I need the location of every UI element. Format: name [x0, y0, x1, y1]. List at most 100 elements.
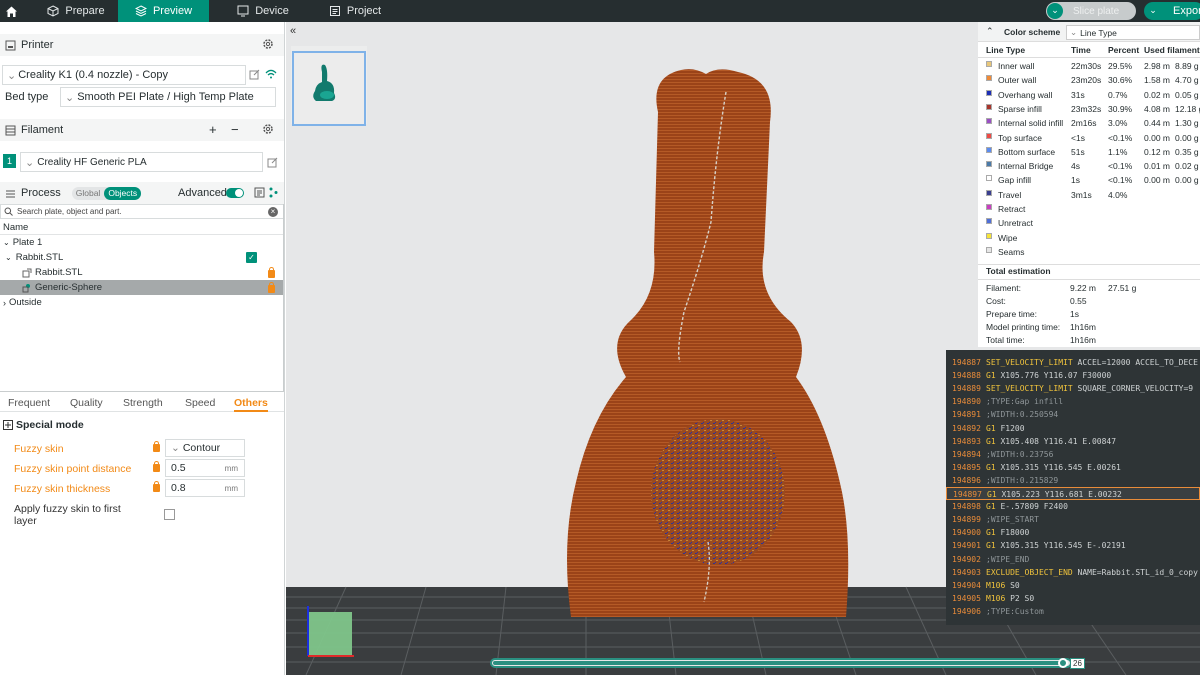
- point-distance-input[interactable]: 0.5 mm: [165, 459, 245, 477]
- chevron-up-icon[interactable]: ⌃: [986, 26, 994, 37]
- edit-icon[interactable]: [249, 69, 260, 80]
- gcode-line[interactable]: 194898 G1 E-.57809 F2400: [946, 500, 1200, 513]
- legend-grams: 4.70 g: [1175, 75, 1199, 86]
- gcode-line[interactable]: 194902 ;WIPE_END: [946, 553, 1200, 566]
- gcode-line[interactable]: 194906 ;TYPE:Custom: [946, 605, 1200, 618]
- legend-row[interactable]: Outer wall 23m20s 30.6% 1.58 m 4.70 g: [978, 73, 1200, 87]
- lock-icon[interactable]: [268, 282, 275, 293]
- fuzzy-skin-select[interactable]: ⌄ Contour: [165, 439, 245, 457]
- lock-icon[interactable]: [153, 441, 160, 452]
- legend-row[interactable]: Sparse infill 23m32s 30.9% 4.08 m 12.18 g: [978, 102, 1200, 116]
- export-button[interactable]: ⌄ Expor: [1144, 2, 1200, 20]
- fuzzy-skin-region: [651, 419, 785, 565]
- color-scheme-select[interactable]: ⌄ Line Type: [1066, 25, 1200, 40]
- legend-grams: 0.00 g: [1175, 132, 1199, 143]
- divider: [978, 57, 1200, 58]
- first-layer-checkbox[interactable]: [164, 509, 175, 520]
- gcode-line[interactable]: 194903 EXCLUDE_OBJECT_END NAME=Rabbit.STL…: [946, 566, 1200, 579]
- gcode-line[interactable]: 194905 M106 P2 S0: [946, 592, 1200, 605]
- layer-slider-handle[interactable]: [1058, 658, 1068, 668]
- tree-row-outside[interactable]: › Outside: [0, 295, 283, 310]
- gcode-line[interactable]: 194904 M106 S0: [946, 579, 1200, 592]
- gcode-line[interactable]: 194890 ;TYPE:Gap infill: [946, 395, 1200, 408]
- legend-length: 1.58 m: [1144, 75, 1170, 86]
- lock-icon[interactable]: [153, 481, 160, 492]
- gear-icon[interactable]: [262, 38, 274, 50]
- legend-row[interactable]: Inner wall 22m30s 29.5% 2.98 m 8.89 g: [978, 59, 1200, 73]
- tab-preview[interactable]: Preview: [118, 0, 209, 22]
- object-visible-checkbox[interactable]: ✓: [246, 252, 257, 263]
- global-objects-switch[interactable]: Global Objects: [71, 186, 142, 200]
- gcode-line[interactable]: 194887 SET_VELOCITY_LIMIT ACCEL=12000 ACC…: [946, 356, 1200, 369]
- gcode-line[interactable]: 194895 G1 X105.315 Y116.545 E.00261: [946, 461, 1200, 474]
- network-icon[interactable]: [268, 187, 278, 198]
- legend-row[interactable]: Internal Bridge 4s <0.1% 0.01 m 0.02 g: [978, 159, 1200, 173]
- advanced-toggle[interactable]: [226, 188, 244, 198]
- wifi-icon[interactable]: [265, 69, 277, 79]
- tab-quality[interactable]: Quality: [70, 397, 103, 409]
- gcode-line[interactable]: 194891 ;WIDTH:0.250594: [946, 408, 1200, 421]
- gcode-args: X105.315 Y116.545 E.00261: [995, 462, 1121, 472]
- gcode-args: ;WIDTH:0.23756: [986, 449, 1054, 459]
- tree-row-modifier-selected[interactable]: Generic-Sphere: [0, 280, 283, 295]
- filament-select[interactable]: ⌄ Creality HF Generic PLA: [20, 152, 263, 172]
- clear-search-icon[interactable]: ×: [268, 207, 278, 217]
- tab-strength[interactable]: Strength: [123, 397, 163, 409]
- thickness-input[interactable]: 0.8 mm: [165, 479, 245, 497]
- gcode-line[interactable]: 194892 G1 F1200: [946, 422, 1200, 435]
- bed-type-select[interactable]: ⌄ Smooth PEI Plate / High Temp Plate: [60, 87, 276, 107]
- legend-row[interactable]: Top surface <1s <0.1% 0.00 m 0.00 g: [978, 131, 1200, 145]
- gcode-line[interactable]: 194896 ;WIDTH:0.215829: [946, 474, 1200, 487]
- tab-others[interactable]: Others: [234, 397, 268, 412]
- printer-select[interactable]: ⌄ Creality K1 (0.4 nozzle) - Copy: [2, 65, 246, 85]
- gcode-command: M106: [986, 593, 1006, 603]
- objects-option[interactable]: Objects: [104, 186, 142, 200]
- unit-label: mm: [224, 483, 238, 493]
- layer-slider-track[interactable]: [490, 658, 1072, 668]
- legend-row[interactable]: Wipe: [978, 231, 1200, 245]
- slice-plate-button[interactable]: ⌄ Slice plate: [1046, 2, 1136, 20]
- legend-row[interactable]: Overhang wall 31s 0.7% 0.02 m 0.05 g: [978, 88, 1200, 102]
- gcode-line[interactable]: 194889 SET_VELOCITY_LIMIT SQUARE_CORNER_V…: [946, 382, 1200, 395]
- tab-project[interactable]: Project: [320, 0, 390, 22]
- remove-filament-icon[interactable]: −: [231, 122, 239, 137]
- tab-speed[interactable]: Speed: [185, 397, 215, 409]
- gcode-line-current[interactable]: 194897 G1 X105.223 Y116.681 E.00232: [946, 487, 1200, 500]
- object-search-input[interactable]: Search plate, object and part. ×: [0, 204, 284, 219]
- add-filament-icon[interactable]: +: [209, 122, 217, 137]
- lock-icon[interactable]: [153, 461, 160, 472]
- gcode-line[interactable]: 194899 ;WIPE_START: [946, 513, 1200, 526]
- total-label: Model printing time:: [986, 322, 1061, 332]
- legend-row[interactable]: Seams: [978, 245, 1200, 259]
- compare-icon[interactable]: [254, 187, 265, 198]
- tab-prepare[interactable]: Prepare: [34, 0, 118, 22]
- legend-row[interactable]: Gap infill 1s <0.1% 0.00 m 0.00 g: [978, 173, 1200, 187]
- tree-header: Name: [0, 220, 283, 235]
- legend-row[interactable]: Retract: [978, 202, 1200, 216]
- lock-icon[interactable]: [268, 267, 275, 278]
- tree-row-object[interactable]: ⌄ Rabbit.STL ✓: [0, 250, 283, 265]
- legend-row[interactable]: Unretract: [978, 216, 1200, 230]
- gcode-line[interactable]: 194894 ;WIDTH:0.23756: [946, 448, 1200, 461]
- gcode-line[interactable]: 194888 G1 X105.776 Y116.07 F30000: [946, 369, 1200, 382]
- tab-device[interactable]: Device: [228, 0, 298, 22]
- total-row: Prepare time: 1s: [978, 307, 1200, 321]
- gcode-line[interactable]: 194901 G1 X105.315 Y116.545 E-.02191: [946, 539, 1200, 552]
- gcode-line[interactable]: 194900 G1 F18000: [946, 526, 1200, 539]
- legend-grams: 8.89 g: [1175, 61, 1199, 71]
- chevron-down-icon: ⌄: [7, 69, 17, 82]
- bed-type-value: Smooth PEI Plate / High Temp Plate: [77, 91, 254, 103]
- legend-row[interactable]: Internal solid infill 2m16s 3.0% 0.44 m 1.30…: [978, 116, 1200, 130]
- gear-icon[interactable]: [262, 123, 274, 135]
- tree-row-plate[interactable]: ⌄ Plate 1: [0, 235, 283, 250]
- global-option[interactable]: Global: [72, 188, 105, 198]
- filament-slot-badge[interactable]: 1: [3, 154, 16, 168]
- tab-frequent[interactable]: Frequent: [8, 397, 50, 409]
- legend-row[interactable]: Travel 3m1s 4.0%: [978, 188, 1200, 202]
- edit-icon[interactable]: [267, 157, 278, 168]
- legend-row[interactable]: Bottom surface 51s 1.1% 0.12 m 0.35 g: [978, 145, 1200, 159]
- tree-row-part[interactable]: Rabbit.STL: [0, 265, 283, 280]
- home-icon[interactable]: [0, 0, 22, 22]
- slice-plate-label: Slice plate: [1073, 5, 1120, 17]
- gcode-line[interactable]: 194893 G1 X105.408 Y116.41 E.00847: [946, 435, 1200, 448]
